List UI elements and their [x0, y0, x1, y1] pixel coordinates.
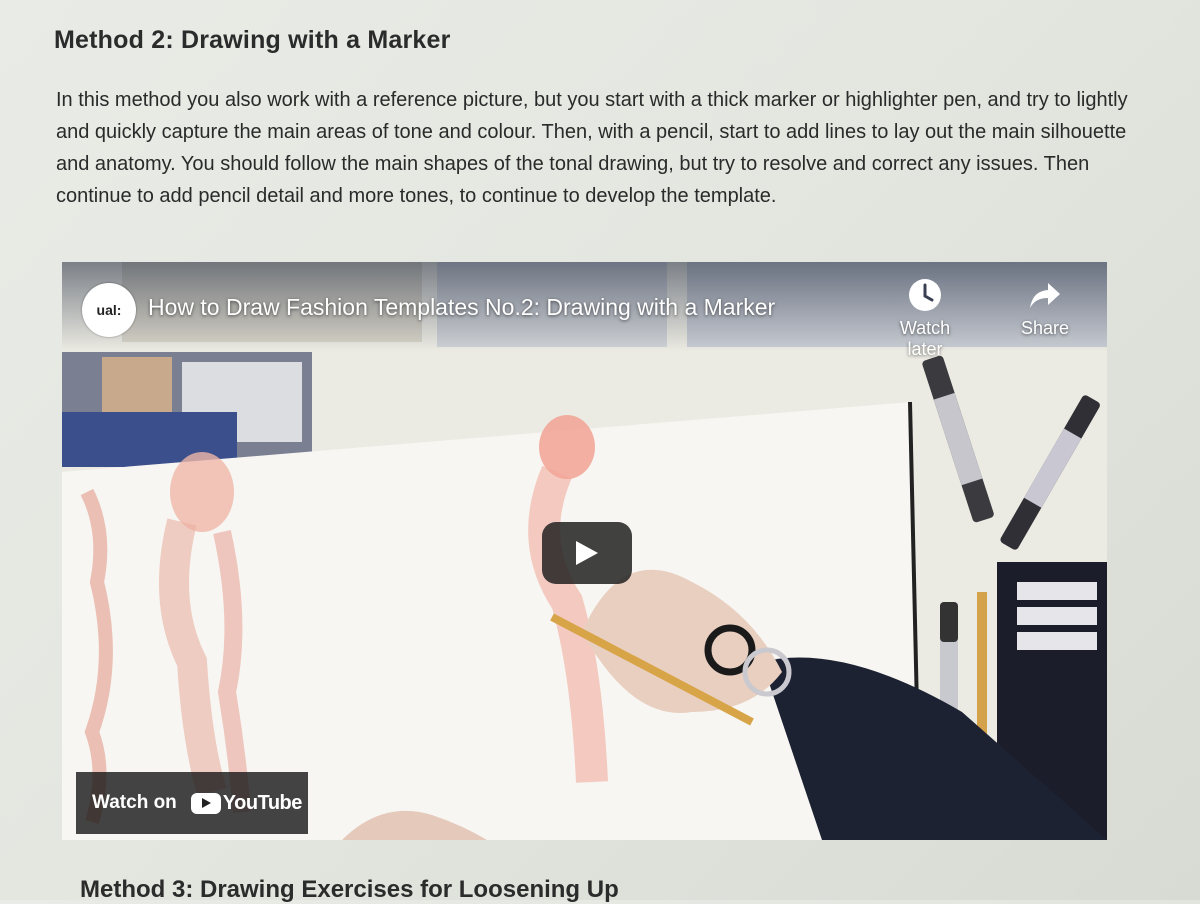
- share-arrow-icon: [1000, 276, 1090, 314]
- play-button[interactable]: [542, 522, 632, 584]
- watch-on-youtube-button[interactable]: Watch on YouTube: [76, 772, 308, 834]
- play-icon: [576, 541, 598, 565]
- share-label: Share: [1020, 318, 1070, 338]
- video-embed[interactable]: ual: How to Draw Fashion Templates No.2:…: [62, 262, 1107, 840]
- share-button[interactable]: Share: [1000, 276, 1090, 339]
- channel-logo[interactable]: ual:: [82, 283, 136, 337]
- method-2-paragraph: In this method you also work with a refe…: [56, 89, 1128, 207]
- watch-on-label: Watch on: [92, 792, 177, 813]
- youtube-logo-icon: [190, 792, 221, 814]
- method-2-heading: Method 2: Drawing with a Marker: [54, 26, 451, 54]
- channel-logo-text: ual:: [96, 302, 122, 318]
- youtube-logo: YouTube: [190, 791, 303, 815]
- clock-icon: [880, 276, 970, 314]
- watch-later-button[interactable]: Watch later: [880, 276, 970, 360]
- video-title[interactable]: How to Draw Fashion Templates No.2: Draw…: [148, 294, 775, 321]
- watch-later-label: Watch later: [899, 318, 951, 359]
- youtube-label: YouTube: [222, 791, 303, 814]
